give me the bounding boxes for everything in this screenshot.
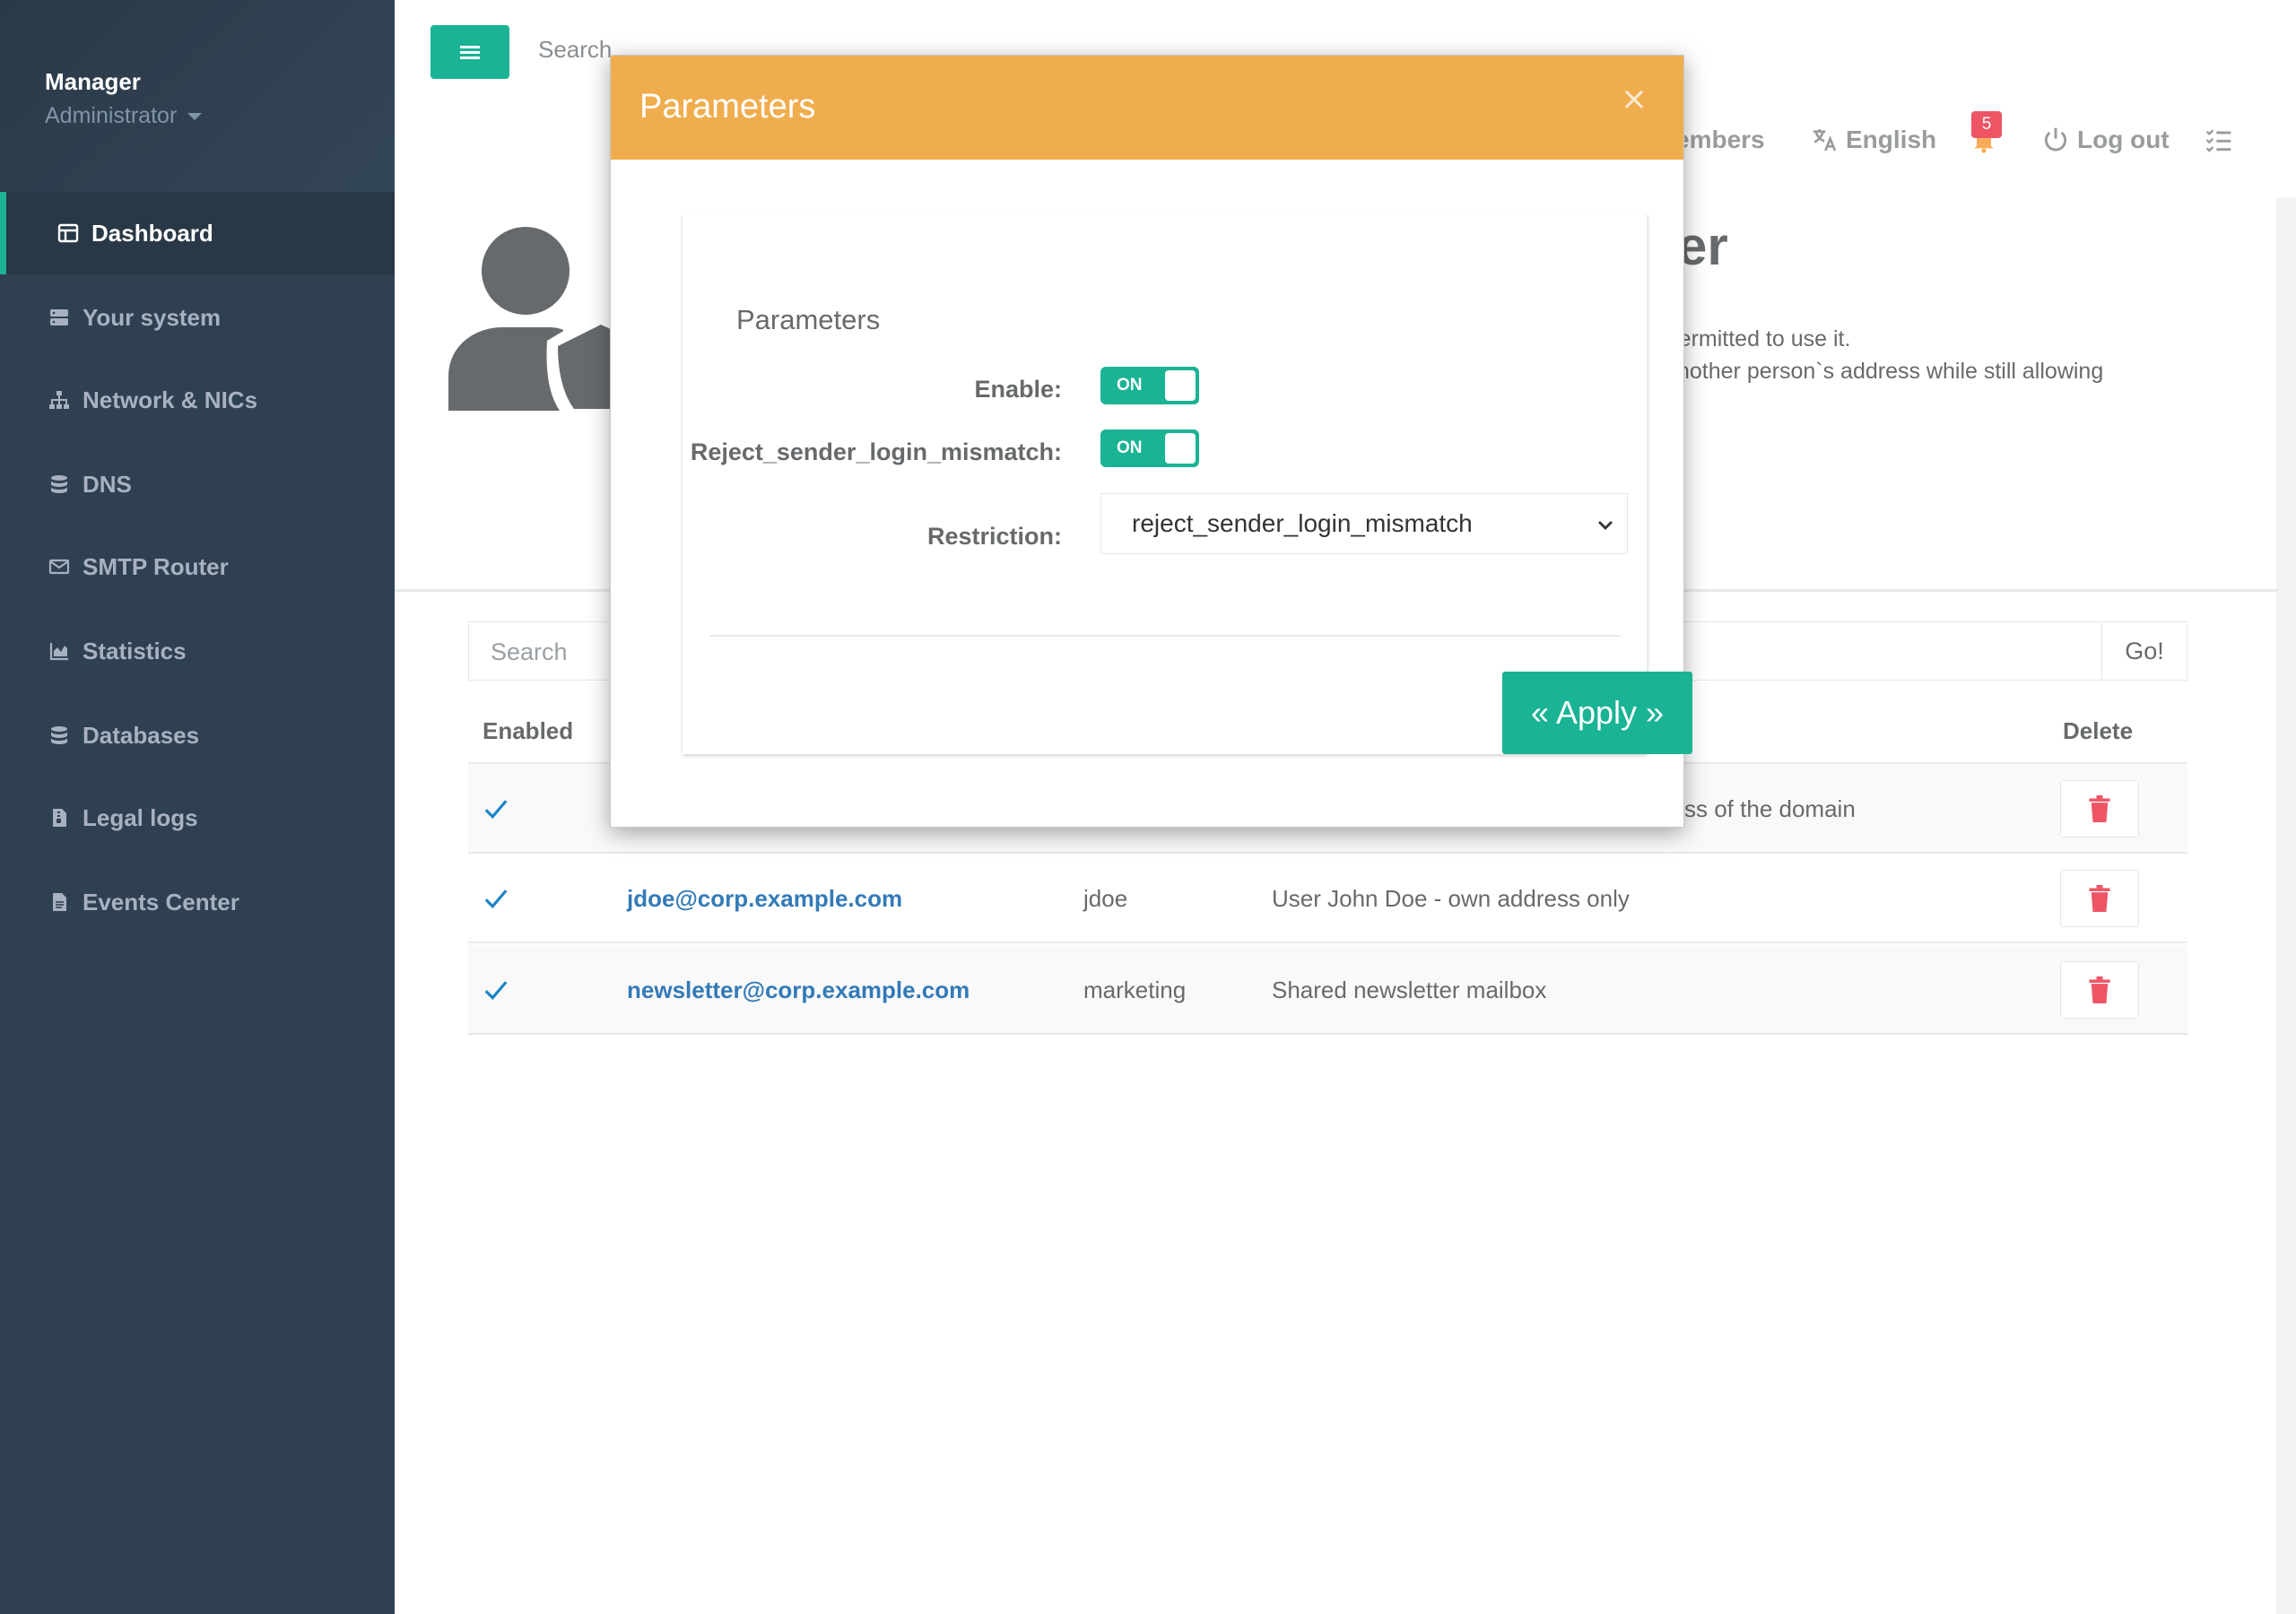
caret-down-icon [187,113,203,121]
database-icon [47,723,72,748]
apply-button[interactable]: « Apply » [1502,672,1692,754]
notifications-count-badge: 5 [1971,111,2002,138]
enabled-check-icon[interactable] [483,764,509,854]
member-email-link[interactable]: jdoe@corp.example.com [627,854,902,943]
enable-label: Enable: [974,376,1062,403]
restriction-label: Restriction: [926,523,1062,550]
toggle-state: ON [1117,376,1143,395]
sidebar-item-label: Dashboard [91,219,213,247]
power-icon [2044,127,2067,152]
member-description: User John Doe - own address only [1272,884,1630,912]
file-archive-icon [47,805,72,830]
sidebar-item-label: Statistics [83,637,187,664]
user-shield-icon [448,227,628,411]
sidebar-item-label: DNS [83,470,132,498]
sidebar-item-statistics[interactable]: Statistics [0,610,395,692]
column-header-delete: Delete [2063,716,2134,744]
sidebar-item-dns[interactable]: DNS [0,443,395,525]
sidebar-item-label: Network & NICs [83,386,258,413]
sidebar-item-events-center[interactable]: Events Center [0,861,395,943]
modal-header: Parameters × [611,56,1683,160]
reject-sender-login-mismatch-label: Reject_sender_login_mismatch: [690,438,1062,465]
column-header-enabled[interactable]: Enabled [483,699,573,762]
sidebar-item-dashboard[interactable]: Dashboard [0,192,395,274]
go-button[interactable]: Go! [2101,621,2187,681]
toggle-state: ON [1117,438,1143,457]
page-description-line: nother person`s address while still allo… [1677,359,2104,384]
sidebar-item-databases[interactable]: Databases [0,694,395,777]
profile-name: Manager [45,68,141,95]
member-name: jdoe [1083,884,1128,912]
restriction-selected-value: reject_sender_login_mismatch [1132,509,1473,537]
profile-role-label: Administrator [45,103,178,128]
toggle-knob [1165,370,1196,401]
table-row: jdoe@corp.example.com jdoe User John Doe… [468,854,2187,943]
sidebar-item-label: Events Center [83,888,239,915]
file-text-icon [47,889,72,915]
logout-link[interactable]: Log out [2041,126,2170,154]
delete-button[interactable] [2060,780,2139,837]
toggle-knob [1165,433,1196,464]
profile-role-dropdown[interactable]: Administrator [45,103,203,129]
members-label: embers [1675,126,1765,153]
menu-toggle-button[interactable] [430,25,509,79]
parameters-panel: Parameters Enable: ON Reject_sender_logi… [683,214,1692,754]
trash-icon [2089,795,2110,822]
sidebar-item-label: Legal logs [83,803,198,831]
chevron-down-icon [1598,521,1613,530]
close-icon[interactable]: × [1621,81,1648,117]
modal-title: Parameters [639,88,816,126]
divider [709,635,1621,637]
language-label: English [1846,126,1937,153]
page-title: er [1677,216,1728,276]
sidebar-item-network-nics[interactable]: Network & NICs [0,359,395,441]
member-name: marketing [1083,976,1187,1003]
reject-sender-login-mismatch-toggle[interactable]: ON [1100,430,1199,467]
top-search-input[interactable]: Search [538,36,612,64]
sidebar-item-legal-logs[interactable]: Legal logs [0,777,395,859]
sidebar-item-your-system[interactable]: Your system [0,276,395,359]
language-selector[interactable]: English [1810,126,1936,154]
sidebar-item-smtp-router[interactable]: SMTP Router [0,525,395,608]
dashboard-icon [56,221,81,246]
translate-icon [1813,129,1837,152]
enabled-check-icon[interactable] [483,854,509,943]
members-link[interactable]: embers [1675,126,1765,154]
hamburger-icon [460,43,480,62]
sidebar: Manager Administrator Dashboard Your sys… [0,0,395,1614]
restriction-select[interactable]: reject_sender_login_mismatch [1100,493,1628,554]
sidebar-item-label: Your system [83,303,222,331]
member-email-link[interactable]: newsletter@corp.example.com [627,945,970,1035]
logout-label: Log out [2077,126,2170,153]
server-icon [47,305,72,330]
enable-toggle[interactable]: ON [1100,367,1199,404]
sidebar-item-label: Databases [83,721,200,749]
scrollbar[interactable] [2276,197,2296,1614]
profile-header: Manager Administrator [0,0,395,193]
task-list-button[interactable] [2205,126,2240,154]
member-description: ss of the domain [1684,794,1856,822]
parameters-modal: Parameters × Parameters Enable: ON Rejec… [610,55,1692,828]
delete-button[interactable] [2060,870,2139,927]
trash-icon [2089,885,2110,912]
sidebar-item-label: SMTP Router [83,552,229,580]
sitemap-icon [47,387,72,412]
enabled-check-icon[interactable] [483,945,509,1035]
panel-title: Parameters [736,304,881,335]
task-list-icon [2205,129,2231,152]
delete-button[interactable] [2060,961,2139,1019]
area-chart-icon [47,638,72,664]
trash-icon [2089,976,2110,1003]
member-description: Shared newsletter mailbox [1272,976,1547,1003]
database-icon [47,472,72,497]
table-row: newsletter@corp.example.com marketing Sh… [468,945,2187,1035]
envelope-icon [47,554,72,579]
